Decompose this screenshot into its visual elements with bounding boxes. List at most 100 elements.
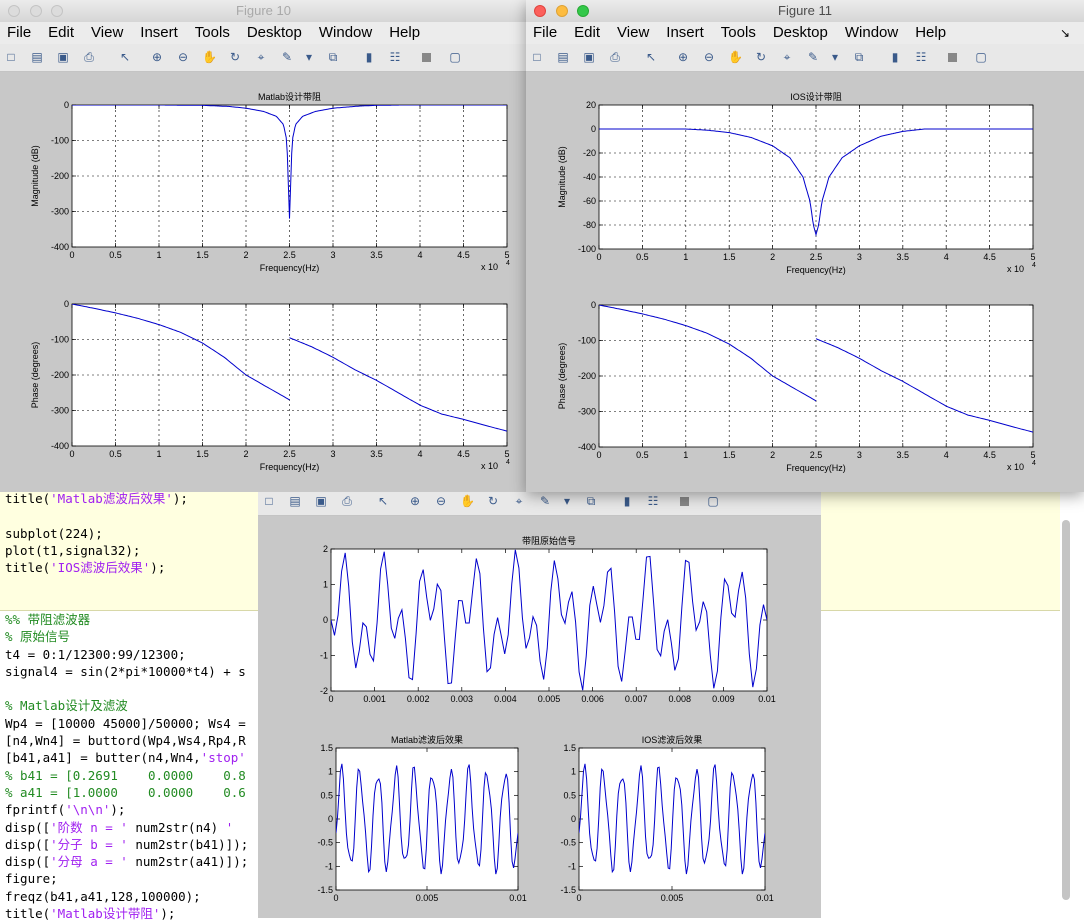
- zoom-out-icon[interactable]: ⊖: [702, 50, 716, 64]
- colorbar-icon[interactable]: ▮: [362, 50, 376, 64]
- brush-menu-icon[interactable]: ▾: [302, 50, 316, 64]
- figure-window-11[interactable]: Figure 11 File Edit View Insert Tools Desktop…: [526, 0, 1084, 492]
- code-line[interactable]: plot(t1,signal32);: [5, 543, 140, 558]
- code-line[interactable]: disp(['分子 b = ' num2str(b41)]);: [5, 837, 248, 852]
- rotate-icon[interactable]: ↻: [754, 50, 768, 64]
- menu-window[interactable]: Window: [845, 24, 898, 41]
- menu-desktop[interactable]: Desktop: [247, 24, 302, 41]
- pointer-icon[interactable]: ↖: [376, 494, 390, 508]
- code-line[interactable]: disp(['分母 a = ' num2str(a41)]);: [5, 854, 248, 869]
- minimize-button[interactable]: [29, 5, 42, 17]
- zoom-in-icon[interactable]: ⊕: [150, 50, 164, 64]
- zoom-in-icon[interactable]: ⊕: [676, 50, 690, 64]
- menu-file[interactable]: File: [533, 24, 557, 41]
- editor-scrollbar[interactable]: [1062, 520, 1070, 900]
- window-titlebar[interactable]: Figure 11: [526, 0, 1084, 23]
- close-button[interactable]: [8, 5, 20, 17]
- zoom-in-icon[interactable]: ⊕: [408, 494, 422, 508]
- menu-desktop[interactable]: Desktop: [773, 24, 828, 41]
- code-line[interactable]: % Matlab设计及滤波: [5, 698, 128, 713]
- data-cursor-icon[interactable]: ⌖: [780, 50, 794, 64]
- show-tools-icon[interactable]: ▢: [448, 50, 462, 64]
- new-figure-icon[interactable]: □: [262, 494, 276, 508]
- rotate-icon[interactable]: ↻: [486, 494, 500, 508]
- brush-menu-icon[interactable]: ▾: [828, 50, 842, 64]
- menu-help[interactable]: Help: [915, 24, 946, 41]
- show-tools-icon[interactable]: ▢: [974, 50, 988, 64]
- menu-file[interactable]: File: [7, 24, 31, 41]
- menu-insert[interactable]: Insert: [666, 24, 704, 41]
- code-line[interactable]: figure;: [5, 871, 58, 886]
- zoom-button[interactable]: [577, 5, 590, 17]
- pan-icon[interactable]: ✋: [728, 50, 743, 64]
- menu-edit[interactable]: Edit: [574, 24, 600, 41]
- close-button[interactable]: [534, 5, 546, 17]
- figure-window-10[interactable]: Figure 10 File Edit View Insert Tools Desktop…: [0, 0, 527, 492]
- new-figure-icon[interactable]: □: [530, 50, 544, 64]
- code-line[interactable]: title('IOS滤波后效果');: [5, 560, 165, 575]
- rotate-icon[interactable]: ↻: [228, 50, 242, 64]
- code-line[interactable]: Wp4 = [10000 45000]/50000; Ws4 =: [5, 716, 246, 731]
- save-icon[interactable]: ▣: [56, 50, 70, 64]
- menu-tools[interactable]: Tools: [721, 24, 756, 41]
- code-line[interactable]: [b41,a41] = butter(n4,Wn4,'stop': [5, 750, 246, 765]
- menu-window[interactable]: Window: [319, 24, 372, 41]
- code-line[interactable]: % b41 = [0.2691 0.0000 0.8: [5, 768, 246, 783]
- brush-icon[interactable]: ✎: [538, 494, 552, 508]
- print-icon[interactable]: ⎙: [340, 494, 354, 508]
- window-titlebar[interactable]: Figure 10: [0, 0, 527, 23]
- code-line[interactable]: freqz(b41,a41,128,100000);: [5, 889, 201, 904]
- dock-arrow-icon[interactable]: ↘: [1060, 22, 1070, 44]
- pan-icon[interactable]: ✋: [202, 50, 217, 64]
- new-figure-icon[interactable]: □: [4, 50, 18, 64]
- menu-help[interactable]: Help: [389, 24, 420, 41]
- link-plot-icon[interactable]: ⧉: [584, 494, 598, 508]
- code-line[interactable]: % a41 = [1.0000 0.0000 0.6: [5, 785, 246, 800]
- brush-icon[interactable]: ✎: [806, 50, 820, 64]
- brush-icon[interactable]: ✎: [280, 50, 294, 64]
- pointer-icon[interactable]: ↖: [118, 50, 132, 64]
- hide-tools-icon[interactable]: [680, 497, 689, 506]
- code-line[interactable]: disp(['阶数 n = ' num2str(n4) ': [5, 820, 233, 835]
- open-file-icon[interactable]: ▤: [30, 50, 44, 64]
- pointer-icon[interactable]: ↖: [644, 50, 658, 64]
- pan-icon[interactable]: ✋: [460, 494, 475, 508]
- link-plot-icon[interactable]: ⧉: [852, 50, 866, 64]
- minimize-button[interactable]: [555, 5, 568, 17]
- menu-tools[interactable]: Tools: [195, 24, 230, 41]
- figure-window-signal[interactable]: □ ▤ ▣ ⎙ ↖ ⊕ ⊖ ✋ ↻ ⌖ ✎ ▾ ⧉ ▮ ☷ ▢ 0 0.001 0.002 0.003 0.004 0.…: [258, 488, 821, 918]
- legend-icon[interactable]: ☷: [914, 50, 928, 64]
- code-line[interactable]: subplot(224);: [5, 526, 103, 541]
- code-top[interactable]: title('Matlab滤波后效果'); subplot(224); plot…: [5, 490, 188, 576]
- code-line[interactable]: fprintf('\n\n');: [5, 802, 125, 817]
- colorbar-icon[interactable]: ▮: [888, 50, 902, 64]
- menu-insert[interactable]: Insert: [140, 24, 178, 41]
- hide-tools-icon[interactable]: [422, 53, 431, 62]
- link-plot-icon[interactable]: ⧉: [326, 50, 340, 64]
- print-icon[interactable]: ⎙: [82, 50, 96, 64]
- open-file-icon[interactable]: ▤: [288, 494, 302, 508]
- code-line[interactable]: %% 带阻滤波器: [5, 612, 90, 627]
- brush-menu-icon[interactable]: ▾: [560, 494, 574, 508]
- open-file-icon[interactable]: ▤: [556, 50, 570, 64]
- legend-icon[interactable]: ☷: [646, 494, 660, 508]
- code-line[interactable]: title('Matlab设计带阻');: [5, 906, 175, 921]
- colorbar-icon[interactable]: ▮: [620, 494, 634, 508]
- zoom-button[interactable]: [51, 5, 64, 17]
- hide-tools-icon[interactable]: [948, 53, 957, 62]
- menu-view[interactable]: View: [617, 24, 649, 41]
- code-line[interactable]: t4 = 0:1/12300:99/12300;: [5, 647, 186, 662]
- print-icon[interactable]: ⎙: [608, 50, 622, 64]
- code-line[interactable]: % 原始信号: [5, 629, 70, 644]
- show-tools-icon[interactable]: ▢: [706, 494, 720, 508]
- data-cursor-icon[interactable]: ⌖: [512, 494, 526, 508]
- code-bottom[interactable]: %% 带阻滤波器 % 原始信号 t4 = 0:1/12300:99/12300;…: [5, 611, 248, 922]
- save-icon[interactable]: ▣: [582, 50, 596, 64]
- zoom-out-icon[interactable]: ⊖: [434, 494, 448, 508]
- save-icon[interactable]: ▣: [314, 494, 328, 508]
- code-line[interactable]: title('Matlab滤波后效果');: [5, 491, 188, 506]
- code-line[interactable]: signal4 = sin(2*pi*10000*t4) + s: [5, 664, 246, 679]
- zoom-out-icon[interactable]: ⊖: [176, 50, 190, 64]
- legend-icon[interactable]: ☷: [388, 50, 402, 64]
- data-cursor-icon[interactable]: ⌖: [254, 50, 268, 64]
